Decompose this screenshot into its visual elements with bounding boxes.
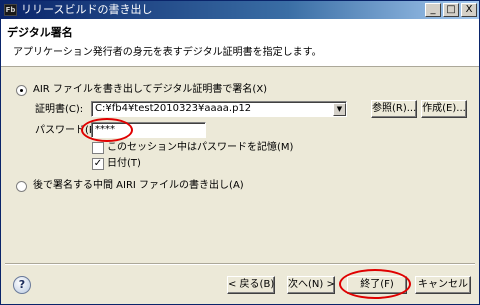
timestamp-label: 日付(T)	[107, 158, 141, 169]
browse-button[interactable]: 参照(R)...	[371, 100, 417, 118]
wizard-header: デジタル署名 アプリケーション発行者の身元を表すデジタル証明書を指定します。	[1, 19, 479, 67]
export-airi-label: 後で署名する中間 AIRI ファイルの書き出し(A)	[33, 180, 244, 191]
back-button[interactable]: < 戻る(B)	[227, 276, 275, 294]
timestamp-checkbox[interactable]: ✓	[92, 158, 104, 170]
remember-password-label: このセッション中はパスワードを記憶(M)	[107, 142, 294, 153]
remember-password-checkbox[interactable]	[92, 142, 104, 154]
next-button[interactable]: 次へ(N) >	[287, 276, 335, 294]
flash-builder-icon: Fb	[4, 4, 17, 16]
certificate-label: 証明書(C):	[35, 104, 84, 115]
maximize-button[interactable]: □	[443, 3, 459, 17]
create-button[interactable]: 作成(E)...	[421, 100, 467, 118]
window-title: リリースビルドの書き出し	[21, 3, 153, 16]
page-description: アプリケーション発行者の身元を表すデジタル証明書を指定します。	[13, 47, 322, 58]
sign-air-file-radio[interactable]	[16, 85, 27, 96]
help-icon[interactable]: ?	[13, 276, 31, 294]
export-release-build-dialog: Fb リリースビルドの書き出し _ □ X デジタル署名 アプリケーション発行者…	[0, 0, 480, 305]
password-input[interactable]: ****	[91, 122, 206, 138]
title-bar[interactable]: Fb リリースビルドの書き出し _ □ X	[1, 1, 479, 19]
certificate-combobox[interactable]: C:¥fb4¥test2010323¥aaaa.p12	[91, 101, 347, 117]
sign-air-file-label: AIR ファイルを書き出してデジタル証明書で署名(X)	[33, 84, 268, 95]
close-button[interactable]: X	[461, 3, 477, 17]
page-title: デジタル署名	[7, 26, 73, 39]
finish-button[interactable]: 終了(F)	[347, 276, 407, 294]
footer-divider	[5, 263, 475, 265]
minimize-button[interactable]: _	[425, 3, 441, 17]
cancel-button[interactable]: キャンセル	[415, 276, 471, 294]
chevron-down-icon[interactable]: ▼	[333, 103, 346, 116]
export-airi-radio[interactable]	[16, 181, 27, 192]
